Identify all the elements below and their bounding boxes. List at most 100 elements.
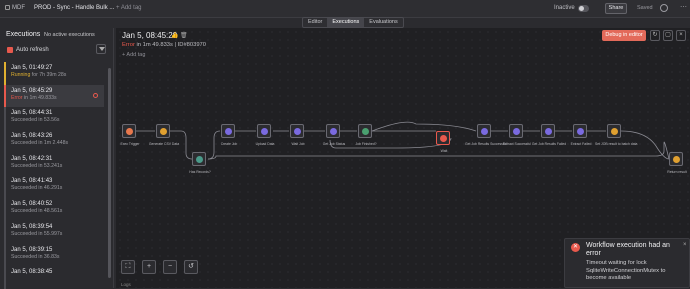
folder-icon xyxy=(5,5,10,10)
workflow-node[interactable] xyxy=(573,124,587,138)
execution-status-key: Succeeded xyxy=(11,140,37,147)
tab-editor[interactable]: Editor xyxy=(303,18,327,27)
execution-status-key: Succeeded xyxy=(11,208,37,215)
execution-date: Jan 5, 08:38:45 xyxy=(11,269,53,276)
execution-list-item[interactable]: Jan 5, 08:40:52 Succeeded in 48.561s xyxy=(4,198,104,221)
auto-refresh-label: Auto refresh xyxy=(16,47,49,53)
execution-status-text: Error in 1m 49.833s xyxy=(11,95,99,102)
node-icon xyxy=(545,128,552,135)
project-breadcrumb[interactable]: MDF xyxy=(5,5,25,11)
logs-panel-label[interactable]: Logs xyxy=(121,282,131,287)
tab-evaluations[interactable]: Evaluations xyxy=(364,18,402,27)
execution-status-duration: for 7h 39m 28s xyxy=(30,72,67,78)
no-active-executions-text: No active executions xyxy=(44,32,95,38)
node-label: Has Records? xyxy=(189,170,211,174)
execution-status-duration: in 1m 2.448s xyxy=(36,140,69,147)
retry-execution-icon[interactable] xyxy=(93,92,98,98)
add-tag-link[interactable]: + Add tag xyxy=(116,5,142,11)
execution-status-key: Running xyxy=(11,72,31,78)
execution-status-text: Succeeded in 55.997s xyxy=(11,231,99,238)
execution-status-text: Succeeded in 53.241s xyxy=(11,163,99,170)
execution-list-item[interactable]: Jan 5, 08:43:26 Succeeded in 1m 2.448s xyxy=(4,130,104,153)
node-icon xyxy=(261,128,268,135)
node-icon xyxy=(440,135,447,142)
execution-list: Jan 5, 01:49:27 Running for 7h 39m 28s Jan… xyxy=(4,62,104,289)
node-icon xyxy=(160,128,167,135)
execution-date: Jan 5, 08:45:29 xyxy=(11,87,53,94)
toast-close-icon[interactable]: × xyxy=(683,242,687,248)
node-icon xyxy=(330,128,337,135)
execution-status-text: Running for 7h 39m 28s xyxy=(11,72,99,79)
history-icon[interactable] xyxy=(660,4,668,12)
node-icon xyxy=(481,128,488,135)
workflow-node[interactable] xyxy=(192,152,206,166)
execution-list-item[interactable]: Jan 5, 08:42:31 Succeeded in 53.241s xyxy=(4,152,104,176)
execution-date: Jan 5, 08:42:31 xyxy=(11,155,53,162)
workflow-node[interactable] xyxy=(221,124,235,138)
execution-list-item[interactable]: Jan 5, 08:44:31 Succeeded in 53.56s xyxy=(4,107,104,131)
execution-list-item[interactable]: Jan 5, 01:49:27 Running for 7h 39m 28s xyxy=(4,62,104,85)
execution-list-item[interactable]: Jan 5, 08:39:15 Succeeded in 36.83s xyxy=(4,243,104,267)
workflow-node[interactable] xyxy=(436,131,450,145)
filter-icon[interactable] xyxy=(96,44,106,54)
execution-list-item[interactable]: Jan 5, 08:45:29 Error in 1m 49.833s xyxy=(4,84,104,108)
workflow-node[interactable] xyxy=(358,124,372,138)
toast-message: Timeout waiting for lock SqliteWriteConn… xyxy=(586,260,666,281)
execution-status-duration: in 46.291s xyxy=(36,185,63,192)
workflow-node[interactable] xyxy=(477,124,491,138)
workflow-node[interactable] xyxy=(669,152,683,166)
workflow-node[interactable] xyxy=(257,124,271,138)
error-toast: ✕ Workflow execution had an error Timeou… xyxy=(564,238,690,288)
zoom-in-button[interactable]: + xyxy=(142,260,156,274)
workflow-node[interactable] xyxy=(541,124,555,138)
workflow-node[interactable] xyxy=(326,124,340,138)
workflow-node[interactable] xyxy=(156,124,170,138)
execution-list-item[interactable]: Jan 5, 08:41:43 Succeeded in 46.291s xyxy=(4,175,104,199)
execution-status-key: Succeeded xyxy=(11,253,37,260)
workflow-node[interactable] xyxy=(122,124,136,138)
node-icon xyxy=(673,156,680,163)
execution-status-key: Succeeded xyxy=(11,185,37,192)
share-button[interactable]: Share xyxy=(605,3,627,14)
workflow-title[interactable]: PROD - Sync - Handle Bulk ... xyxy=(34,5,114,11)
node-icon xyxy=(513,128,520,135)
execution-status-text: Succeeded in 36.83s xyxy=(11,254,99,261)
active-toggle[interactable] xyxy=(578,5,589,12)
sidebar-title: Executions xyxy=(6,31,41,38)
saved-indicator: Saved xyxy=(637,5,653,11)
node-label: Set JOB result to batch data xyxy=(595,142,638,146)
auto-refresh-checkbox[interactable] xyxy=(7,47,13,53)
fit-view-button[interactable]: ⛶ xyxy=(121,260,135,274)
workflow-node[interactable] xyxy=(290,124,304,138)
node-icon xyxy=(294,128,301,135)
execution-status-duration: in 53.241s xyxy=(36,162,63,169)
workflow-node[interactable] xyxy=(607,124,621,138)
zoom-out-button[interactable]: − xyxy=(163,260,177,274)
node-label: Create Job xyxy=(220,142,238,146)
node-icon xyxy=(611,128,618,135)
reset-zoom-button[interactable]: ↺ xyxy=(184,260,198,274)
node-label: Wait Job xyxy=(291,142,305,146)
node-icon xyxy=(577,128,584,135)
workflow-connections xyxy=(136,121,670,160)
sidebar-scrollbar[interactable] xyxy=(108,68,111,278)
workflow-node[interactable] xyxy=(509,124,523,138)
node-icon xyxy=(362,128,369,135)
execution-status-duration: in 36.83s xyxy=(36,253,60,260)
execution-list-item[interactable]: Jan 5, 08:39:54 Succeeded in 55.997s xyxy=(4,220,104,244)
execution-status-key: Succeeded xyxy=(11,230,37,237)
active-status-label: Inactive xyxy=(554,5,575,11)
top-bar: MDF PROD - Sync - Handle Bulk ... + Add … xyxy=(0,0,690,18)
execution-status-text: Succeeded in 53.56s xyxy=(11,117,99,124)
tab-executions[interactable]: Executions xyxy=(327,18,365,27)
node-icon xyxy=(196,156,203,163)
more-options-icon[interactable]: ⋯ xyxy=(680,3,687,11)
execution-status-duration: in 55.997s xyxy=(36,230,63,237)
execution-status-text: Succeeded in 1m 2.448s xyxy=(11,140,99,147)
execution-list-item[interactable]: Jan 5, 08:38:45 xyxy=(4,266,104,289)
node-icon xyxy=(225,128,232,135)
view-tabs: Editor Executions Evaluations xyxy=(302,17,404,28)
execution-date: Jan 5, 01:49:27 xyxy=(11,65,53,71)
execution-date: Jan 5, 08:39:54 xyxy=(11,223,53,230)
node-label: Wait xyxy=(440,149,448,153)
